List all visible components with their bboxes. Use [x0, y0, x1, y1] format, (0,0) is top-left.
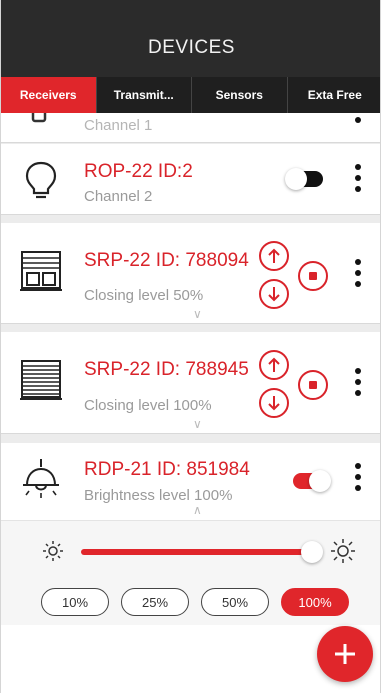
device-name: SRP-22 ID: 788094: [84, 250, 249, 271]
preset-10-button[interactable]: 10%: [41, 588, 109, 616]
preset-50-button[interactable]: 50%: [201, 588, 269, 616]
arrow-down-icon: [268, 287, 280, 302]
tab-sensors[interactable]: Sensors: [192, 77, 288, 113]
power-toggle[interactable]: [285, 168, 323, 190]
add-device-button[interactable]: [317, 626, 373, 682]
chevron-down-icon[interactable]: ∨: [193, 417, 202, 431]
plug-icon: [31, 113, 47, 123]
device-card-rop22[interactable]: ROP-22 ID:2 Channel 2: [1, 144, 380, 215]
device-card-rdp21[interactable]: RDP-21 ID: 851984 Brightness level 100% …: [1, 443, 380, 520]
high-brightness-icon: [331, 539, 355, 563]
preset-25-button[interactable]: 25%: [121, 588, 189, 616]
device-card-srp22-788945[interactable]: SRP-22 ID: 788945 Closing level 100% ∨: [1, 332, 380, 434]
tab-bar: Receivers Transmit... Sensors Exta Free: [1, 77, 381, 113]
tab-receivers[interactable]: Receivers: [1, 77, 97, 113]
app-header: DEVICES: [1, 0, 380, 77]
arrow-up-icon: [268, 357, 280, 372]
device-subtitle: Closing level 50%: [84, 287, 204, 304]
more-options-icon[interactable]: [354, 463, 362, 491]
device-subtitle: Brightness level 100%: [84, 487, 233, 504]
stop-button[interactable]: [298, 261, 328, 291]
device-name: ROP-22 ID:2: [84, 161, 193, 182]
device-card-channel-1[interactable]: Channel 1: [1, 113, 380, 143]
more-options-icon[interactable]: [354, 117, 362, 123]
tab-transmitters[interactable]: Transmit...: [97, 77, 192, 113]
device-subtitle: Closing level 100%: [84, 397, 212, 414]
up-arrow-button[interactable]: [259, 350, 289, 380]
arrow-down-icon: [268, 396, 280, 411]
device-name: SRP-22 ID: 788945: [84, 359, 249, 380]
device-name: RDP-21 ID: 851984: [84, 459, 250, 480]
device-subtitle: Channel 2: [84, 188, 153, 205]
arrow-up-icon: [268, 248, 280, 263]
page-title: DEVICES: [148, 36, 235, 58]
power-toggle[interactable]: [293, 470, 331, 492]
down-arrow-button[interactable]: [259, 388, 289, 418]
more-options-icon[interactable]: [354, 259, 362, 287]
device-card-srp22-788094[interactable]: SRP-22 ID: 788094 Closing level 50% ∨: [1, 223, 380, 324]
more-options-icon[interactable]: [354, 368, 362, 396]
stop-icon: [309, 272, 317, 280]
window-blind-icon: [20, 251, 62, 291]
stop-icon: [309, 381, 317, 389]
device-list[interactable]: Channel 1 ROP-22 ID:2 Channel 2 SRP-22 I…: [1, 113, 380, 520]
stop-button[interactable]: [298, 370, 328, 400]
plus-icon: [335, 644, 355, 664]
more-options-icon[interactable]: [354, 164, 362, 192]
low-brightness-icon: [43, 541, 63, 561]
tab-exta-free[interactable]: Exta Free: [288, 77, 381, 113]
bulb-icon: [25, 161, 57, 199]
ceiling-lamp-icon: [23, 459, 59, 498]
brightness-slider-handle[interactable]: [301, 541, 323, 563]
down-arrow-button[interactable]: [259, 279, 289, 309]
brightness-presets: 10% 25% 50% 100%: [41, 588, 349, 616]
brightness-slider-track[interactable]: [81, 549, 317, 555]
app-frame: DEVICES Receivers Transmit... Sensors Ex…: [0, 0, 381, 693]
device-subtitle: Channel 1: [84, 117, 153, 134]
dimmer-panel: 10% 25% 50% 100%: [1, 520, 380, 625]
chevron-down-icon[interactable]: ∨: [193, 307, 202, 321]
roller-blind-icon: [20, 360, 62, 400]
up-arrow-button[interactable]: [259, 241, 289, 271]
chevron-up-icon[interactable]: ∧: [193, 503, 202, 517]
preset-100-button[interactable]: 100%: [281, 588, 349, 616]
